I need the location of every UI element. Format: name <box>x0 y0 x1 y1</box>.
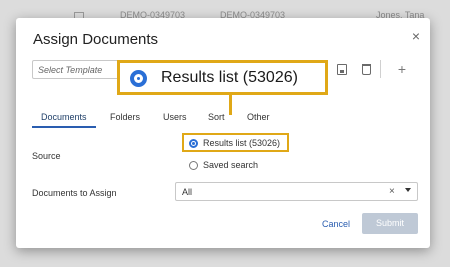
template-select[interactable]: Select Template <box>32 60 124 79</box>
radio-saved-search[interactable] <box>189 161 198 170</box>
save-icon[interactable] <box>337 64 347 75</box>
trash-icon[interactable] <box>362 64 371 75</box>
radio-results-list[interactable] <box>189 139 198 148</box>
assign-documents-dialog: Assign Documents × Select Template + Doc… <box>16 18 430 248</box>
zoom-callout: Results list (53026) <box>117 60 328 95</box>
callout-text: Results list (53026) <box>161 69 298 86</box>
submit-button[interactable]: Submit <box>362 213 418 234</box>
documents-to-assign-label: Documents to Assign <box>32 188 117 198</box>
tab-other[interactable]: Other <box>247 112 270 122</box>
toolbar-divider <box>380 60 381 78</box>
tab-sort[interactable]: Sort <box>208 112 225 122</box>
radio-saved-search-label[interactable]: Saved search <box>203 160 258 170</box>
tab-bar: Documents Folders Users Sort Other <box>32 110 292 130</box>
documents-to-assign-select[interactable]: All <box>175 182 418 201</box>
close-icon[interactable]: × <box>412 28 420 44</box>
radio-results-list-label[interactable]: Results list (53026) <box>203 138 280 148</box>
clear-icon[interactable]: × <box>389 186 395 197</box>
chevron-down-icon[interactable] <box>405 188 411 192</box>
callout-radio-icon <box>130 70 147 87</box>
active-tab-indicator <box>32 126 96 128</box>
callout-leader-line <box>229 95 232 115</box>
dialog-title: Assign Documents <box>33 31 159 48</box>
plus-icon[interactable]: + <box>396 62 408 76</box>
source-label: Source <box>32 151 61 161</box>
cancel-button[interactable]: Cancel <box>322 219 350 229</box>
tab-users[interactable]: Users <box>163 112 187 122</box>
tab-folders[interactable]: Folders <box>110 112 140 122</box>
tab-documents[interactable]: Documents <box>41 112 87 122</box>
